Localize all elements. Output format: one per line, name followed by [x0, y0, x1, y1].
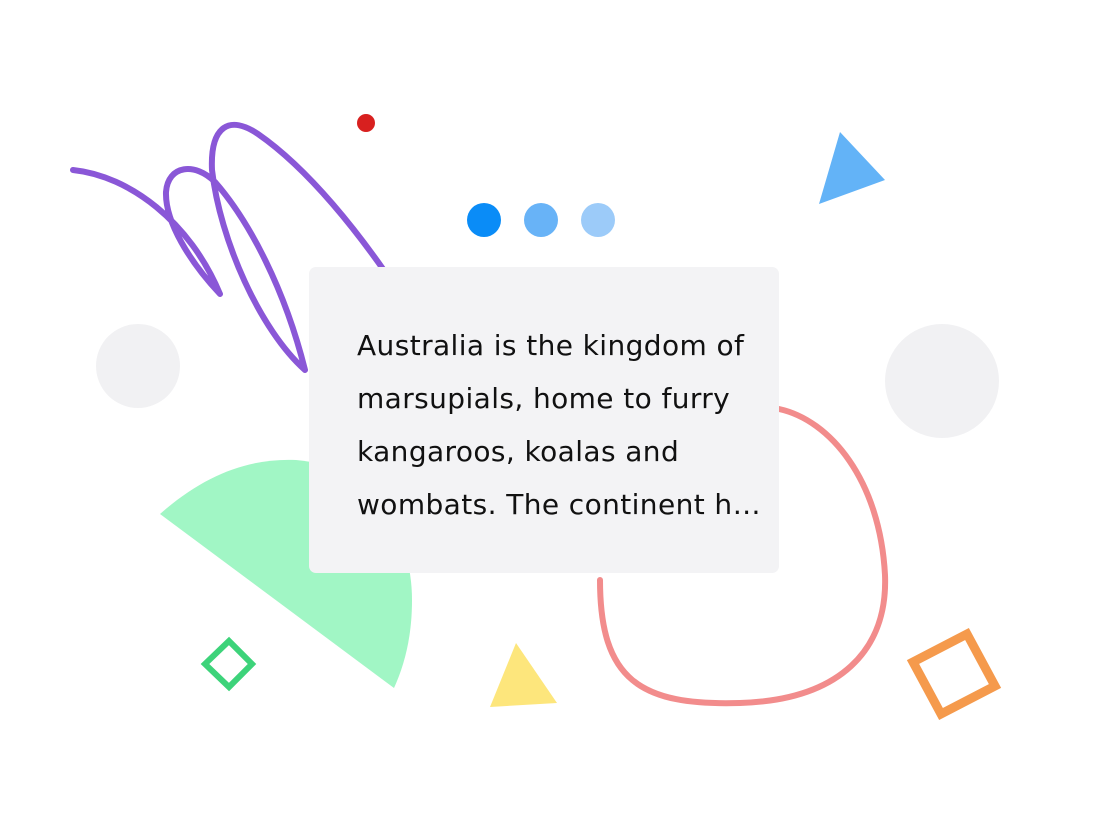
pager-dot-2[interactable] — [524, 203, 558, 237]
grey-circle-left-decoration — [96, 324, 180, 408]
text-card: Australia is the kingdom of marsupials, … — [309, 267, 779, 573]
illustration-scene: Australia is the kingdom of marsupials, … — [0, 0, 1104, 840]
red-dot-decoration — [357, 114, 375, 132]
pager-dot-1[interactable] — [467, 203, 501, 237]
orange-square-decoration — [906, 627, 1002, 721]
green-diamond-decoration — [200, 636, 257, 692]
blue-triangle-decoration — [819, 132, 885, 204]
grey-circle-right-decoration — [885, 324, 999, 438]
pager-dot-3[interactable] — [581, 203, 615, 237]
carousel-pager — [467, 203, 615, 237]
yellow-triangle-decoration — [490, 643, 557, 707]
card-text: Australia is the kingdom of marsupials, … — [357, 329, 766, 521]
